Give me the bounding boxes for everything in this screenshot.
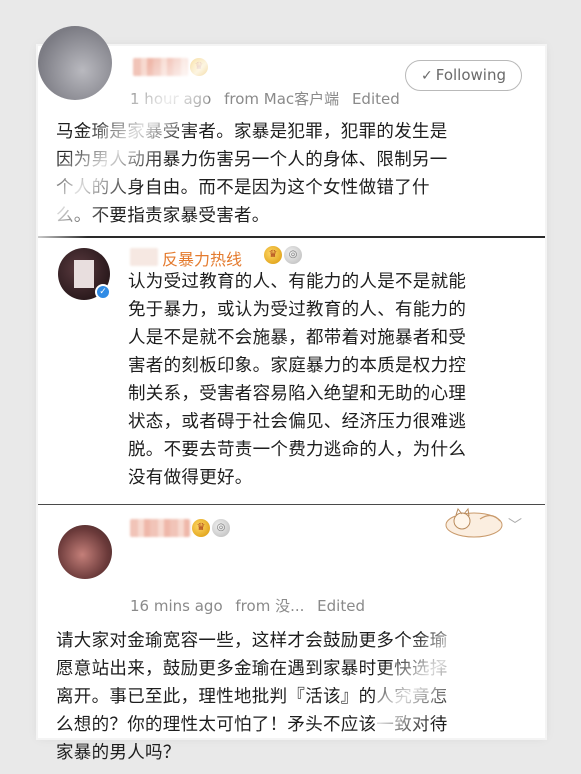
post-source: from 没... — [235, 597, 305, 615]
author-name-blurred[interactable] — [133, 58, 188, 76]
medal-badge-icon: ◎ — [212, 519, 230, 537]
post-meta: 16 mins ago from 没... Edited — [130, 595, 373, 616]
avatar[interactable] — [58, 525, 112, 579]
post-text: 马金瑜是家暴受害者。家暴是犯罪，犯罪的发生是 因为男人动用暴力伤害另一个人的身体… — [56, 122, 448, 226]
following-label: Following — [435, 66, 506, 84]
post-source: from Mac客户端 — [224, 90, 340, 108]
post-item: ♛ ◎ ﹀ 16 mins ago from 没... Edited 请大家对金… — [38, 504, 545, 763]
following-button[interactable]: ✓ Following — [405, 60, 522, 91]
crown-badge-icon: ♛ — [192, 519, 210, 537]
edited-label: Edited — [351, 90, 400, 108]
check-icon: ✓ — [421, 68, 433, 84]
verified-badge-icon: ✓ — [95, 284, 111, 300]
chevron-down-icon[interactable]: ﹀ — [508, 515, 522, 535]
post-item: ✓ 反暴力热线 ♛ ◎ 认为受过教育的人、有能力的人是不是就能 免于暴力，或认为… — [38, 236, 545, 504]
medal-badge-icon: ◎ — [284, 246, 302, 264]
post-text: 认为受过教育的人、有能力的人是不是就能 免于暴力，或认为受过教育的人、有能力的 … — [128, 272, 467, 488]
crown-badge-icon: ♛ — [264, 246, 282, 264]
author-name-blurred[interactable] — [130, 248, 158, 266]
avatar[interactable] — [38, 26, 112, 100]
post-text: 请大家对金瑜宽容一些，这样才会鼓励更多个金瑜 愿意站出来，鼓励更多金瑜在遇到家暴… — [56, 631, 448, 763]
author-name-blurred[interactable] — [130, 519, 190, 537]
post-time: 1 hour ago — [130, 90, 212, 108]
author-name[interactable]: 反暴力热线 — [162, 246, 242, 270]
edited-label: Edited — [317, 597, 365, 615]
post-item: ♛ 1 hour ago from Mac客户端 Edited ✓ Followi… — [38, 26, 545, 236]
crown-badge-icon: ♛ — [190, 58, 208, 76]
cat-sticker-icon — [445, 507, 503, 538]
post-time: 16 mins ago — [130, 597, 223, 615]
post-meta: 1 hour ago from Mac客户端 Edited — [130, 88, 408, 109]
screenshot-frame: ♛ 1 hour ago from Mac客户端 Edited ✓ Followi… — [38, 26, 545, 763]
